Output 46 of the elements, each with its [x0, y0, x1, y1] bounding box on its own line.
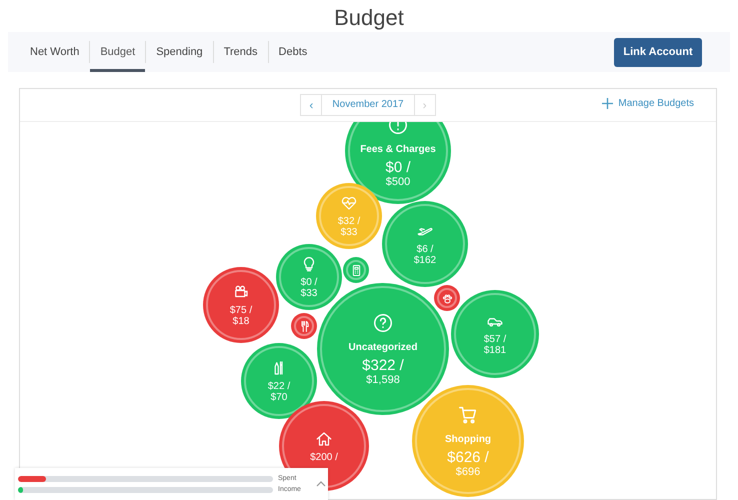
spent-amount: $322 / — [362, 358, 404, 374]
budget-bubble[interactable]: Shopping $626 / $696 — [412, 385, 524, 497]
category-label: Shopping — [444, 434, 492, 444]
budget-amount: $33 — [300, 288, 318, 299]
budget-bubble[interactable]: $75 / $18 — [203, 267, 279, 343]
heart-icon — [340, 194, 358, 212]
budget-bubble[interactable]: $6 / $162 — [382, 201, 468, 287]
nav-tab[interactable]: Spending — [146, 32, 213, 72]
spent-amount: $0 / — [385, 160, 411, 176]
budget-amount: $70 — [270, 392, 288, 403]
category-label: Fees & Charges — [360, 144, 436, 154]
house-icon — [315, 430, 333, 448]
budget-bubble[interactable] — [434, 285, 460, 311]
budget-bubble[interactable]: $57 / $181 — [451, 290, 539, 378]
budget-amount: $1,598 — [366, 374, 400, 386]
budget-amount: $500 — [386, 176, 410, 188]
budget-bubble[interactable]: Uncategorized $322 / $1,598 — [317, 283, 449, 415]
spent-amount: $22 / — [268, 381, 290, 392]
link-account-button[interactable]: Link Account — [614, 38, 702, 66]
page-title: Budget — [333, 4, 405, 32]
spent-amount: $626 / — [447, 450, 489, 466]
budget-bubble[interactable] — [291, 313, 317, 339]
spent-amount: $200 / — [310, 452, 338, 462]
spent-amount: $57 / — [484, 334, 506, 345]
plus-icon — [602, 98, 614, 109]
budget-amount: $18 — [232, 316, 250, 327]
budget-bubble[interactable]: $32 / $33 — [316, 183, 382, 249]
chevron-up-icon[interactable] — [316, 481, 326, 487]
category-label: Uncategorized — [348, 342, 418, 352]
budget-amount: $33 — [340, 227, 358, 238]
budget-bubble[interactable]: $22 / $70 — [241, 343, 317, 419]
budget-bubble[interactable] — [343, 257, 369, 283]
spent-amount: $6 / — [416, 244, 434, 255]
budget-amount: $696 — [456, 466, 480, 478]
budget-bubble[interactable]: $0 / $33 — [276, 244, 342, 310]
nav-tab[interactable]: Debts — [268, 32, 318, 72]
manage-budgets-link[interactable]: Manage Budgets — [602, 98, 694, 109]
spent-amount: $75 / — [230, 305, 252, 316]
budget-amount: $181 — [484, 345, 506, 356]
budget-amount: $162 — [414, 255, 436, 266]
spent-amount: $0 / — [300, 277, 318, 288]
nav-tab[interactable]: Net Worth — [20, 32, 90, 72]
question-icon — [372, 312, 394, 334]
spent-amount: $32 / — [338, 216, 360, 227]
nav-tab[interactable]: Trends — [214, 32, 268, 72]
budget-bubble[interactable]: Fees & Charges $0 / $500 — [345, 122, 451, 204]
